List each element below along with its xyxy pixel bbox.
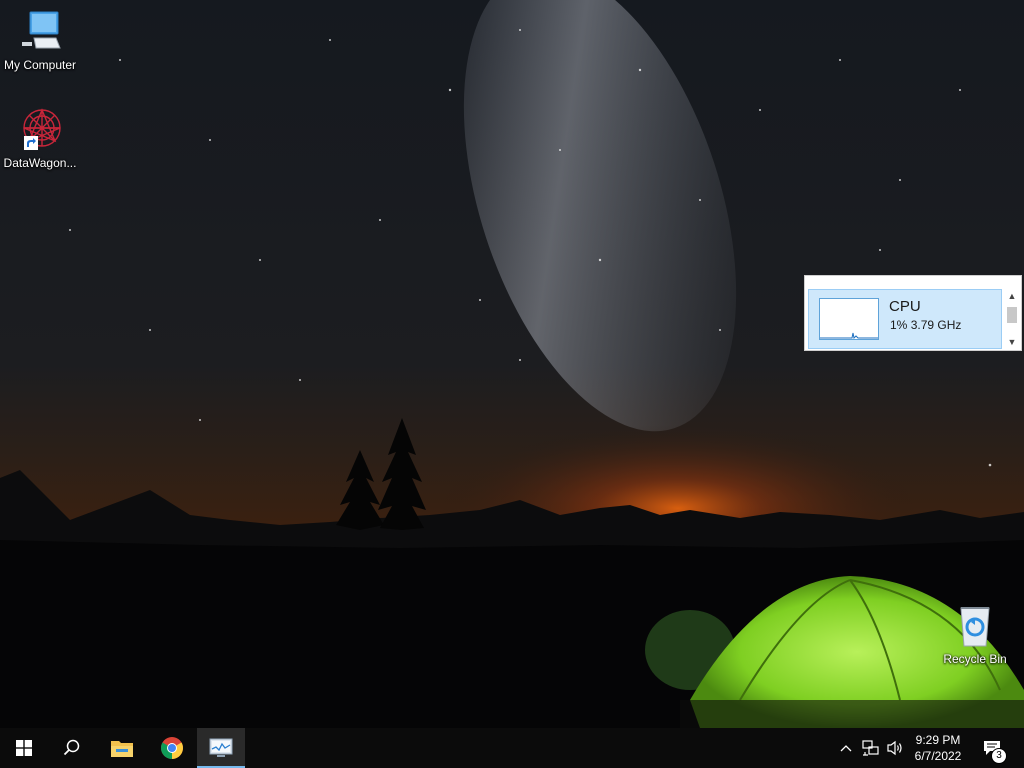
scroll-up-icon[interactable]: ▲	[1005, 289, 1019, 303]
datawagon-icon	[16, 106, 64, 154]
task-manager-icon	[209, 738, 233, 757]
notification-count-badge: 3	[991, 748, 1007, 764]
start-button[interactable]	[0, 728, 48, 768]
cpu-speed: 3.79 GHz	[910, 318, 962, 332]
show-hidden-icons-button[interactable]	[836, 738, 856, 758]
task-manager-button[interactable]	[197, 728, 245, 768]
recycle-bin-icon	[951, 602, 999, 650]
clock-date: 6/7/2022	[914, 749, 962, 763]
folder-icon	[111, 741, 133, 757]
scroll-down-icon[interactable]: ▼	[1005, 335, 1019, 349]
network-icon	[862, 740, 879, 756]
computer-icon	[16, 8, 64, 56]
desktop-icon-label: My Computer	[3, 58, 77, 72]
search-icon	[63, 739, 80, 756]
network-button[interactable]	[861, 738, 881, 758]
file-explorer-button[interactable]	[98, 728, 146, 768]
cpu-tile[interactable]: CPU 1% 3.79 GHz	[808, 289, 1002, 349]
system-clock[interactable]: 9:29 PM 6/7/2022	[906, 732, 970, 764]
shortcut-arrow-icon	[24, 136, 38, 150]
desktop-wallpaper	[0, 0, 1024, 728]
windows-logo-icon	[16, 740, 32, 756]
cpu-scrollbar[interactable]: ▲ ▼	[1005, 289, 1019, 349]
desktop-icon-datawagon[interactable]: DataWagon...	[0, 106, 80, 170]
cpu-utilization: 1%	[890, 318, 908, 332]
clock-time: 9:29 PM	[915, 733, 961, 747]
cpu-usage-graph	[819, 298, 879, 340]
desktop-icon-label: Recycle Bin	[943, 652, 1007, 666]
desktop-icon-recycle-bin[interactable]: Recycle Bin	[935, 602, 1015, 666]
cpu-performance-widget: CPU 1% 3.79 GHz ▲ ▼	[804, 275, 1022, 351]
cpu-stats: 1% 3.79 GHz	[890, 318, 961, 332]
desktop-icon-my-computer[interactable]: My Computer	[0, 8, 80, 72]
chrome-button[interactable]	[148, 728, 196, 768]
taskbar: 9:29 PM 6/7/2022	[0, 728, 1024, 768]
chevron-up-icon	[840, 745, 852, 752]
desktop-icon-label: DataWagon...	[3, 156, 77, 170]
chrome-icon	[161, 737, 183, 759]
cpu-title: CPU	[889, 298, 921, 315]
scroll-thumb[interactable]	[1007, 307, 1017, 323]
volume-button[interactable]	[885, 738, 905, 758]
volume-icon	[887, 740, 902, 756]
search-button[interactable]	[48, 728, 96, 768]
